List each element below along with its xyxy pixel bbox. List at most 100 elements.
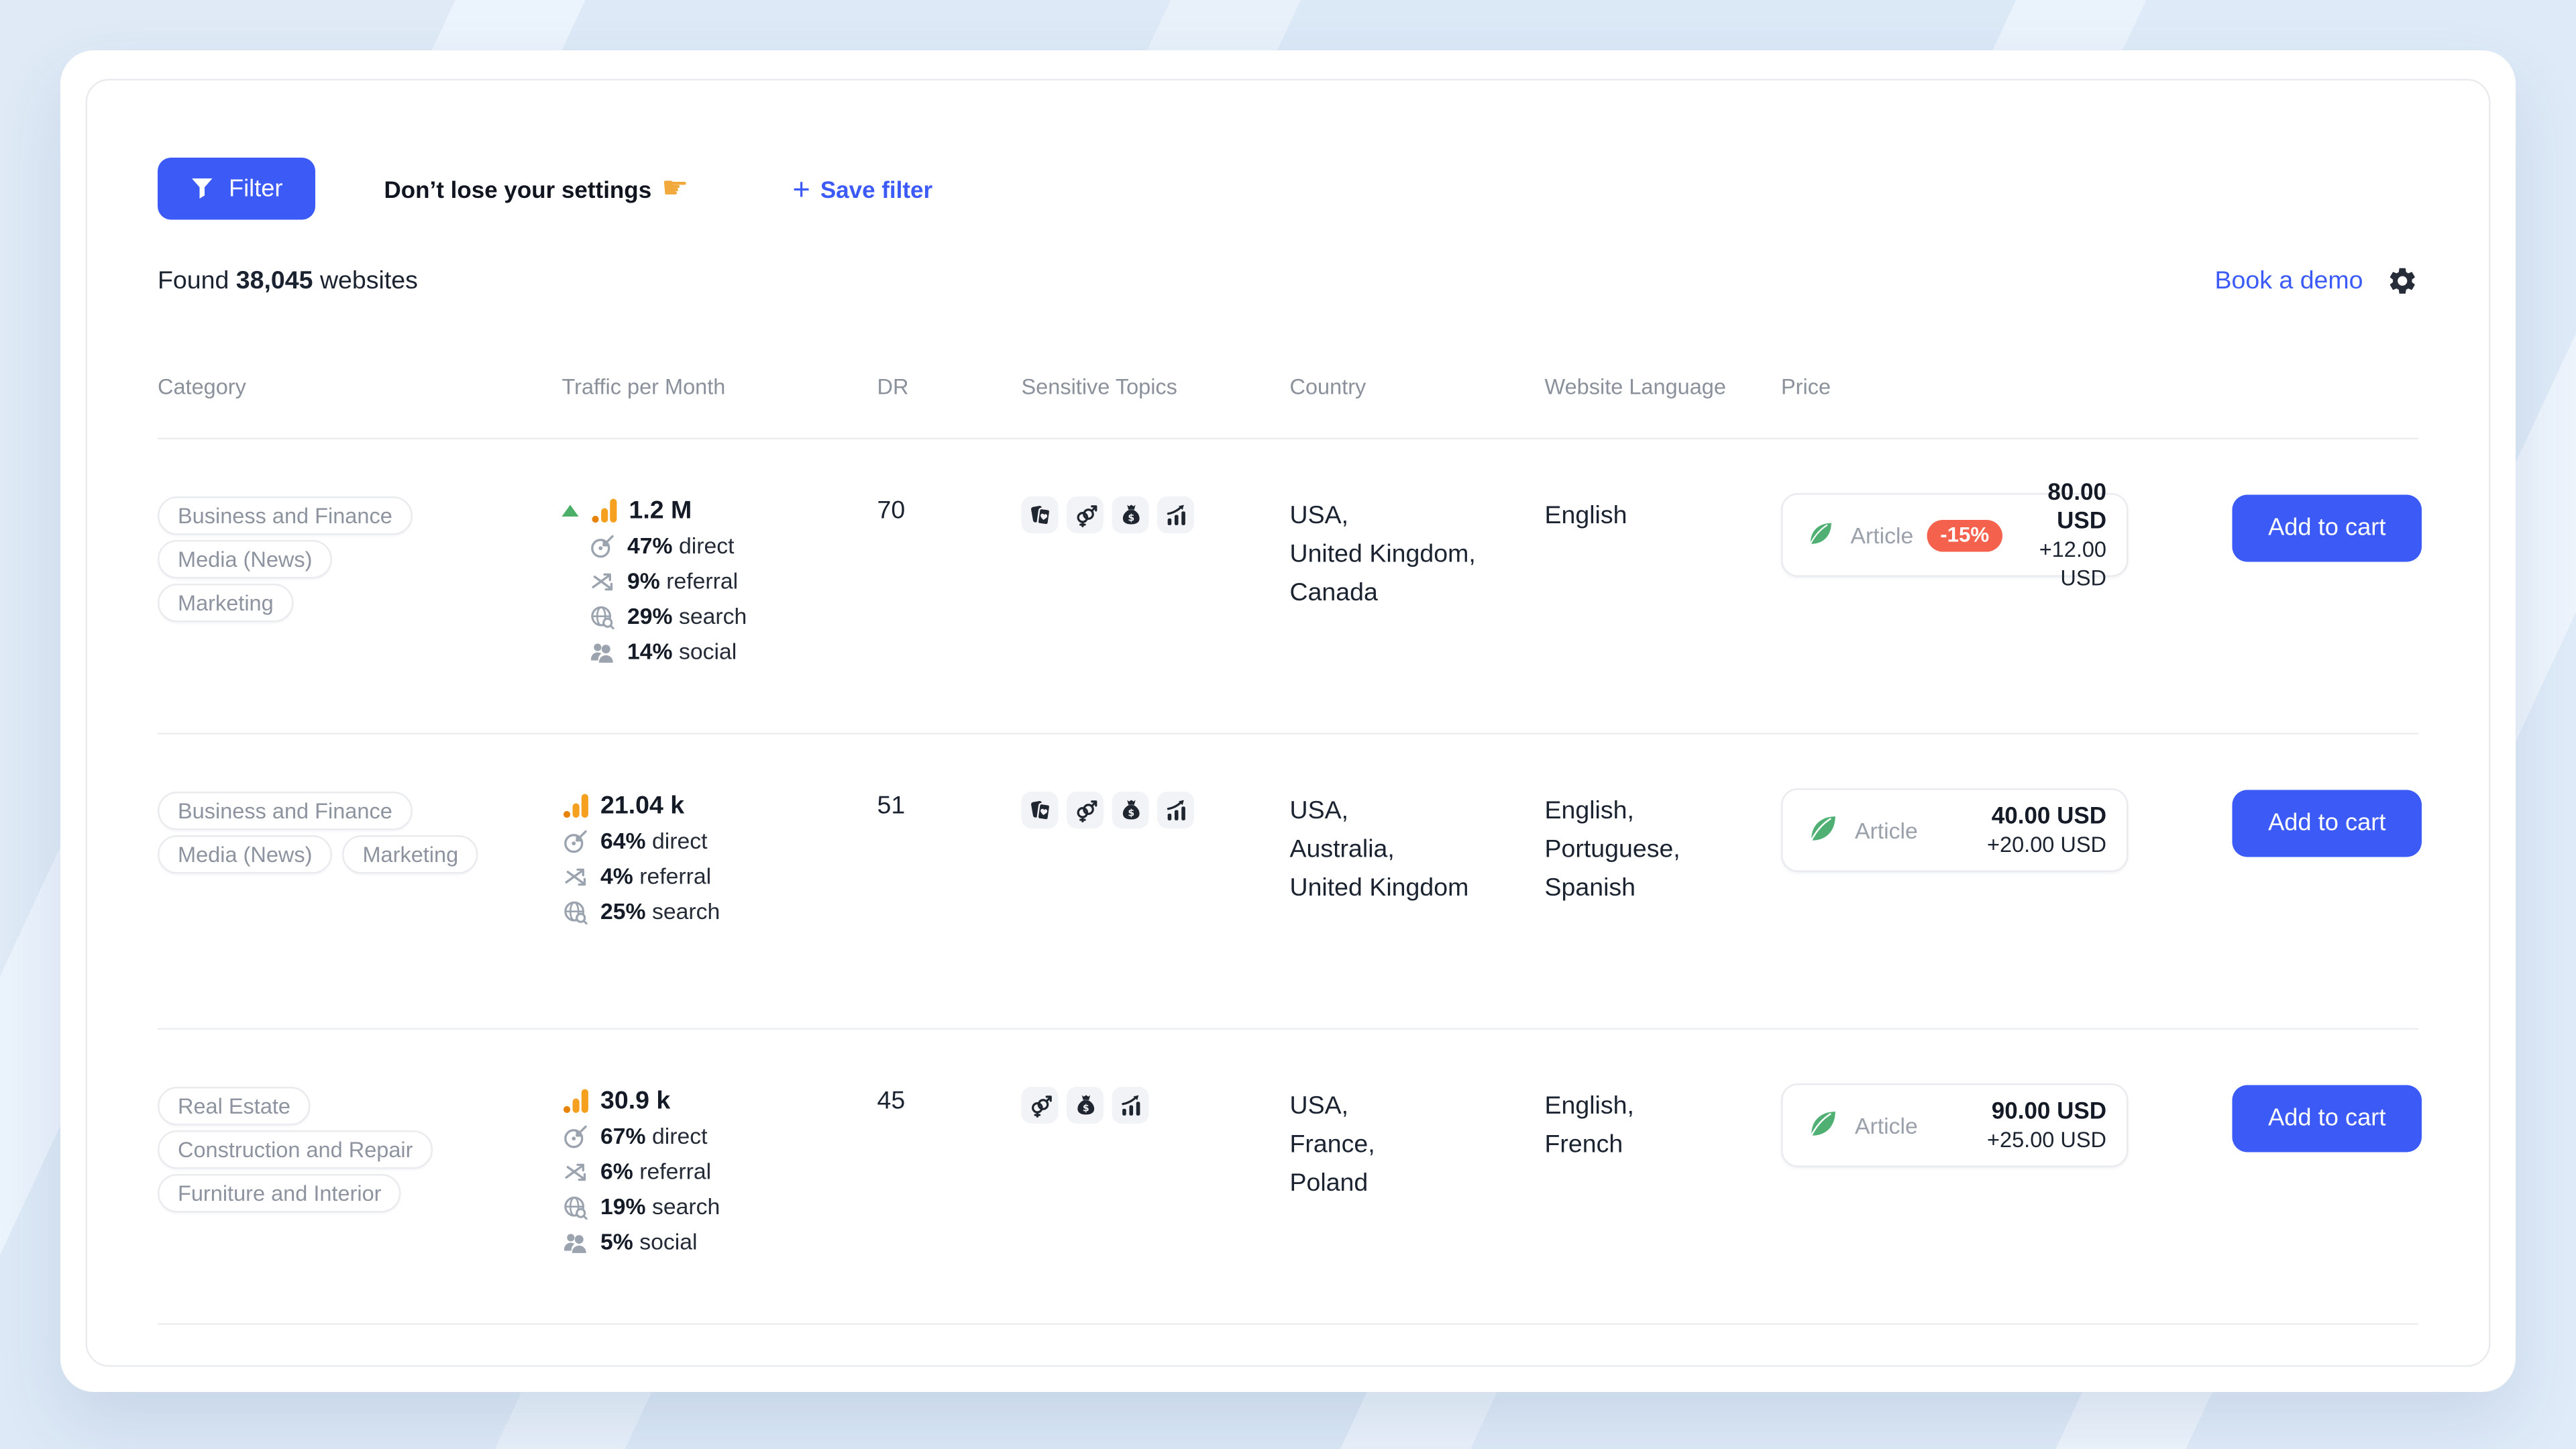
sensitive-topics — [1022, 792, 1290, 828]
price-card[interactable]: Article 90.00 USD +25.00 USD — [1781, 1083, 2129, 1167]
column-header-price: Price — [1781, 374, 2233, 400]
cards-icon — [1022, 496, 1059, 533]
column-header-traffic: Traffic per Month — [562, 374, 877, 400]
target-icon — [562, 1123, 589, 1150]
traffic-value: 21.04 k — [600, 792, 684, 820]
column-header-dr: DR — [877, 374, 1022, 400]
filter-button-label: Filter — [229, 175, 283, 202]
main-card: Filter Don’t lose your settings ☛ + Save… — [60, 50, 2516, 1392]
target-icon — [589, 533, 616, 559]
filter-button[interactable]: Filter — [158, 158, 315, 220]
feather-icon — [1805, 1109, 1838, 1142]
price-extra: +20.00 USD — [1987, 832, 2106, 857]
dr-value: 70 — [877, 496, 1022, 527]
funnel-icon — [190, 176, 215, 202]
pointing-hand-icon: ☛ — [661, 171, 688, 207]
gender-icon — [1067, 496, 1104, 533]
column-header-language: Website Language — [1545, 374, 1782, 400]
price-type: Article — [1855, 818, 1918, 843]
save-filter-label: Save filter — [820, 175, 932, 202]
traffic-block: 30.9 k 67% direct 6% referral 19% search… — [562, 1087, 877, 1263]
book-demo-link[interactable]: Book a demo — [2215, 267, 2363, 296]
table-row: Business and Finance Media (News) Market… — [158, 439, 2418, 735]
referral-arrows-icon — [562, 1158, 589, 1185]
add-to-cart-button[interactable]: Add to cart — [2233, 1085, 2422, 1152]
traffic-value: 1.2 M — [629, 496, 692, 525]
discount-badge: -15% — [1927, 519, 2002, 551]
table-row: Real Estate Construction and Repair Furn… — [158, 1030, 2418, 1325]
add-to-cart-button[interactable]: Add to cart — [2233, 495, 2422, 562]
save-filter-button[interactable]: + Save filter — [793, 175, 933, 202]
money-bag-icon — [1112, 496, 1149, 533]
target-icon — [562, 828, 589, 855]
add-to-cart-button[interactable]: Add to cart — [2233, 790, 2422, 857]
traffic-block: 1.2 M 47% direct 9% referral 29% search … — [562, 496, 877, 673]
money-bag-icon — [1112, 792, 1149, 828]
growth-icon — [1157, 792, 1194, 828]
dr-value: 45 — [877, 1087, 1022, 1117]
column-header-sensitive: Sensitive Topics — [1022, 374, 1290, 400]
category-tag: Media (News) — [158, 540, 332, 579]
results-number: 38,045 — [236, 267, 313, 296]
price-type: Article — [1855, 1113, 1918, 1138]
analytics-bars-icon — [562, 792, 591, 820]
globe-search-icon — [562, 898, 589, 925]
price-extra: +25.00 USD — [1987, 1127, 2106, 1152]
results-suffix: websites — [320, 267, 418, 296]
column-header-category: Category — [158, 374, 562, 400]
category-tag: Media (News) — [158, 835, 332, 874]
content-panel: Filter Don’t lose your settings ☛ + Save… — [86, 79, 2491, 1367]
country-list: USA, Australia, United Kingdom — [1290, 792, 1545, 908]
country-list: USA, United Kingdom, Canada — [1290, 496, 1545, 612]
sensitive-topics — [1022, 496, 1290, 533]
page-background: Filter Don’t lose your settings ☛ + Save… — [0, 0, 2576, 1449]
price-card[interactable]: Article 40.00 USD +20.00 USD — [1781, 788, 2129, 872]
analytics-bars-icon — [562, 1087, 591, 1116]
results-prefix: Found — [158, 267, 229, 296]
trend-up-icon — [562, 505, 579, 517]
category-tag: Real Estate — [158, 1087, 311, 1126]
settings-hint-text: Don’t lose your settings — [384, 175, 652, 202]
toolbar: Filter Don’t lose your settings ☛ + Save… — [158, 158, 2418, 220]
gender-icon — [1067, 792, 1104, 828]
language-list: English — [1545, 496, 1782, 535]
referral-arrows-icon — [562, 863, 589, 890]
globe-search-icon — [589, 603, 616, 630]
referral-arrows-icon — [589, 568, 616, 594]
country-list: USA, France, Poland — [1290, 1087, 1545, 1203]
analytics-bars-icon — [590, 496, 619, 525]
category-tag: Business and Finance — [158, 792, 413, 830]
language-list: English, Portuguese, Spanish — [1545, 792, 1782, 908]
settings-hint: Don’t lose your settings ☛ — [384, 171, 689, 207]
traffic-value: 30.9 k — [600, 1087, 670, 1116]
people-icon — [589, 638, 616, 665]
category-tag: Construction and Repair — [158, 1130, 433, 1169]
category-tag: Marketing — [342, 835, 478, 874]
price-amount: 90.00 USD — [1987, 1097, 2106, 1126]
globe-search-icon — [562, 1193, 589, 1220]
dr-value: 51 — [877, 792, 1022, 822]
gear-icon[interactable] — [2387, 265, 2419, 297]
results-count: Found 38,045 websites — [158, 267, 418, 296]
sensitive-topics — [1022, 1087, 1290, 1124]
gender-icon — [1022, 1087, 1059, 1124]
growth-icon — [1112, 1087, 1149, 1124]
price-amount: 40.00 USD — [1987, 802, 2106, 830]
money-bag-icon — [1067, 1087, 1104, 1124]
category-tag: Marketing — [158, 584, 294, 623]
table-row: Business and Finance Media (News) Market… — [158, 735, 2418, 1030]
language-list: English, French — [1545, 1087, 1782, 1164]
category-tag: Business and Finance — [158, 496, 413, 535]
cards-icon — [1022, 792, 1059, 828]
price-amount: 80.00 USD — [2002, 478, 2106, 535]
plus-icon: + — [793, 177, 810, 201]
table-header: Category Traffic per Month DR Sensitive … — [158, 374, 2418, 440]
growth-icon — [1157, 496, 1194, 533]
category-tag: Furniture and Interior — [158, 1174, 402, 1213]
price-type: Article — [1850, 523, 1913, 548]
column-header-country: Country — [1290, 374, 1545, 400]
price-extra: +12.00 USD — [2039, 537, 2106, 590]
feather-icon — [1805, 814, 1838, 847]
people-icon — [562, 1228, 589, 1255]
price-card[interactable]: Article -15% 80.00 USD +12.00 USD — [1781, 493, 2129, 577]
